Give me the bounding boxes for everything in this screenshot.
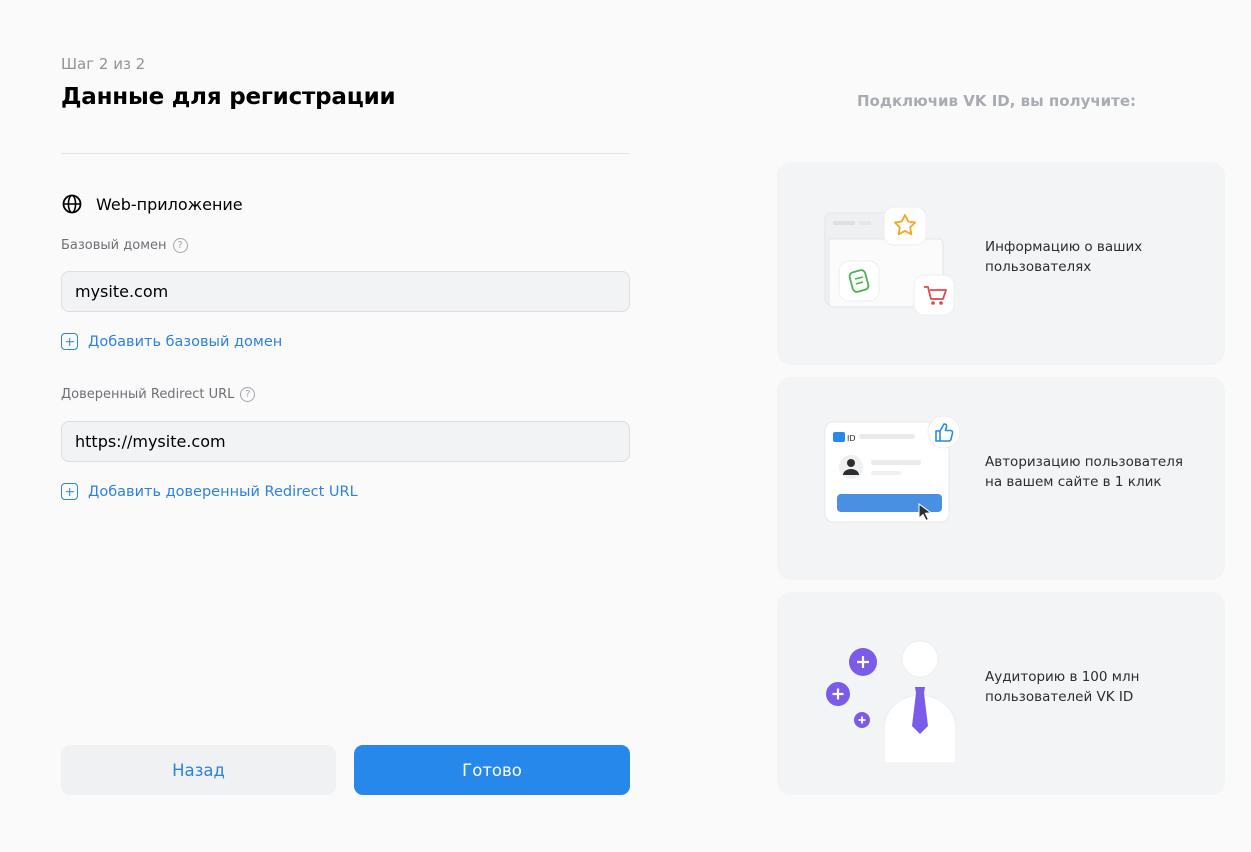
base-domain-label-text: Базовый домен xyxy=(61,238,167,253)
base-domain-value: mysite.com xyxy=(75,282,169,301)
step-indicator: Шаг 2 из 2 xyxy=(61,55,146,73)
login-card-icon: ID xyxy=(817,412,967,547)
redirect-url-label: Доверенный Redirect URL ? xyxy=(61,387,256,402)
plus-square-icon xyxy=(61,333,78,350)
add-redirect-url-link[interactable]: Добавить доверенный Redirect URL xyxy=(61,483,358,500)
add-redirect-url-label: Добавить доверенный Redirect URL xyxy=(88,483,358,500)
mini-logo: ID xyxy=(847,434,856,443)
plus-square-icon xyxy=(61,483,78,500)
redirect-url-label-text: Доверенный Redirect URL xyxy=(61,387,235,402)
benefit-text: Авторизацию пользователя на вашем сайте … xyxy=(985,454,1183,490)
benefit-card-audience: Аудиторию в 100 млн пользователей VK ID xyxy=(777,592,1225,795)
done-button[interactable]: Готово xyxy=(354,745,630,795)
benefit-text: Информацию о ваших пользователях xyxy=(985,239,1143,275)
redirect-url-input[interactable]: https://mysite.com xyxy=(61,421,630,462)
redirect-url-value: https://mysite.com xyxy=(75,432,226,451)
page-title: Данные для регистрации xyxy=(61,84,396,110)
benefit-text: Аудиторию в 100 млн пользователей VK ID xyxy=(985,669,1140,705)
section-label: Web-приложение xyxy=(96,194,243,214)
folder-icon xyxy=(817,197,967,332)
help-icon[interactable]: ? xyxy=(240,387,256,402)
add-base-domain-label: Добавить базовый домен xyxy=(88,333,283,350)
divider xyxy=(61,153,630,154)
section-header: Web-приложение xyxy=(61,193,243,215)
add-base-domain-link[interactable]: Добавить базовый домен xyxy=(61,333,282,350)
registration-form: Шаг 2 из 2 Данные для регистрации Web-пр… xyxy=(61,0,630,852)
base-domain-input[interactable]: mysite.com xyxy=(61,271,630,312)
back-button[interactable]: Назад xyxy=(61,745,336,795)
benefits-title: Подключив VK ID, вы получите: xyxy=(857,92,1137,110)
benefit-card-user-info: Информацию о ваших пользователях xyxy=(777,162,1225,365)
help-icon[interactable]: ? xyxy=(172,238,188,253)
globe-icon xyxy=(61,193,83,215)
base-domain-label: Базовый домен ? xyxy=(61,238,188,253)
person-icon xyxy=(817,627,967,770)
benefit-card-auth: ID Авторизацию пользователя на вашем сай… xyxy=(777,377,1225,580)
